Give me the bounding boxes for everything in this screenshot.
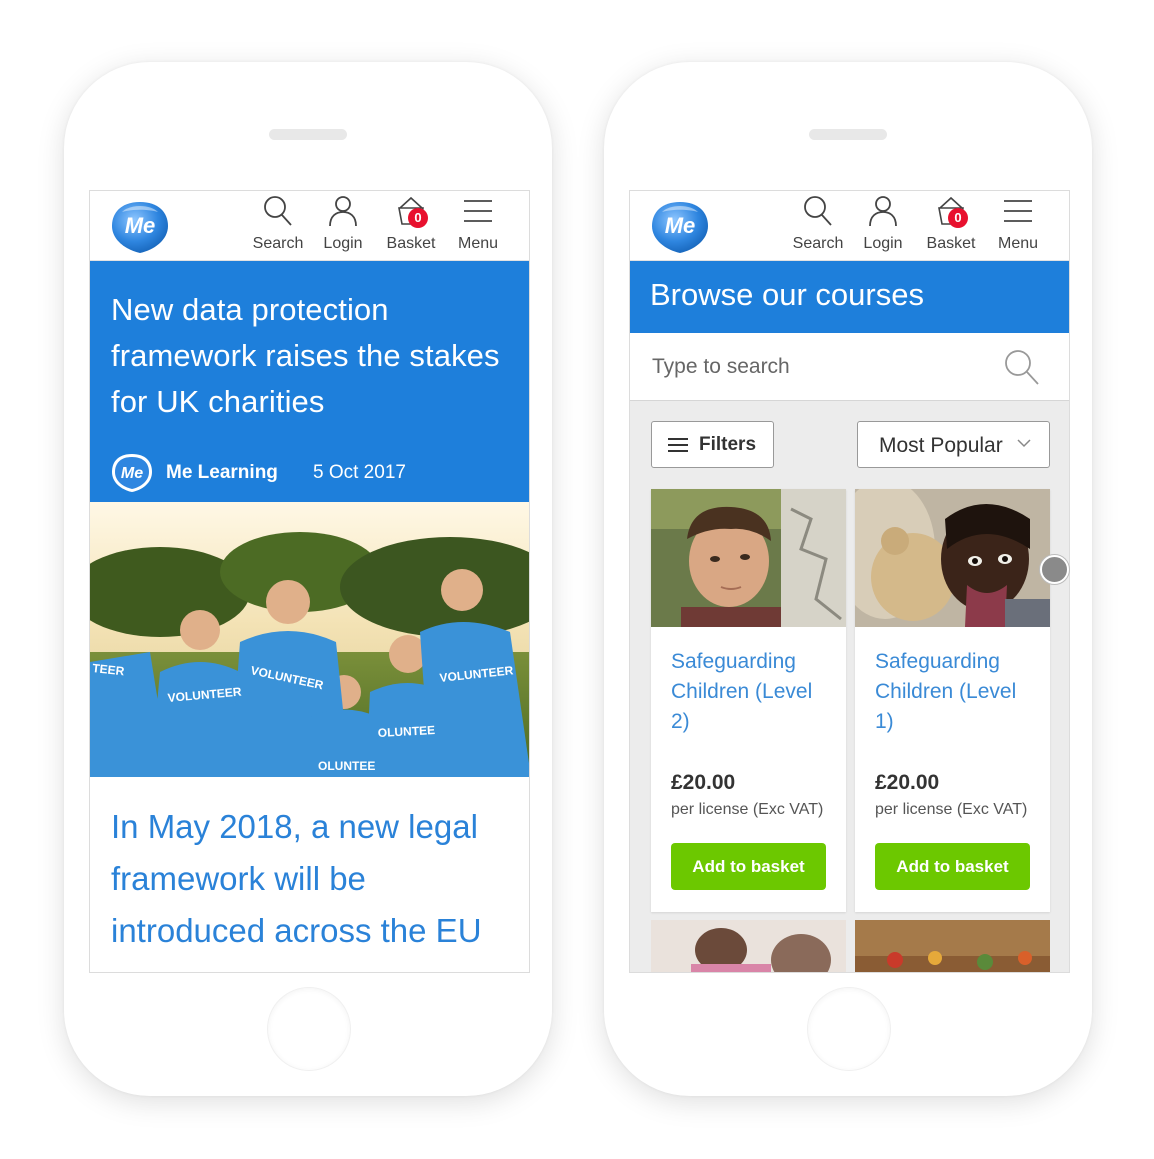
filter-lines-icon [668, 438, 688, 452]
hamburger-menu-icon [1004, 200, 1032, 222]
nav-search-label: Search [792, 235, 844, 252]
course-card[interactable]: Safeguarding Children (Level 1) £20.00 p… [855, 489, 1050, 912]
nav-login-label: Login [863, 235, 903, 252]
courses-screen: Me Search Login 0 Basket Menu Browse our… [629, 190, 1070, 973]
phone-speaker [269, 129, 347, 140]
carousel-scroll-handle[interactable] [1040, 555, 1069, 584]
svg-text:OLUNTEE: OLUNTEE [318, 759, 375, 773]
nav-basket[interactable]: 0 Basket [923, 191, 979, 261]
nav-search[interactable]: Search [792, 191, 844, 261]
nav-search-label: Search [252, 235, 304, 252]
sort-dropdown[interactable]: Most Popular [857, 421, 1050, 468]
svg-text:Me: Me [665, 213, 696, 238]
article-intro: In May 2018, a new legal framework will … [111, 808, 482, 949]
course-card[interactable]: Safeguarding Children (Level 2) £20.00 p… [651, 489, 846, 912]
course-price-note: per license (Exc VAT) [875, 801, 1028, 818]
author-name[interactable]: Me Learning [166, 462, 278, 484]
filters-label: Filters [699, 434, 757, 455]
course-image[interactable] [855, 489, 1050, 627]
add-to-basket-button[interactable]: Add to basket [671, 843, 826, 890]
course-card-peek[interactable] [651, 920, 846, 972]
browse-title-band: Browse our courses [630, 261, 1069, 333]
course-price: £20.00 [671, 771, 736, 794]
svg-text:Me: Me [125, 213, 156, 238]
nav-menu[interactable]: Menu [993, 191, 1043, 261]
me-logo-icon[interactable]: Me [110, 200, 170, 254]
article-screen: Me Search Login 0 Basket Menu New data p… [89, 190, 530, 973]
article-byline: Me Me Learning 5 Oct 2017 [111, 453, 509, 497]
user-icon [869, 196, 897, 227]
course-search-bar [630, 333, 1069, 401]
search-icon [804, 196, 832, 226]
course-title[interactable]: Safeguarding Children (Level 1) [875, 647, 1035, 737]
add-to-basket-button[interactable]: Add to basket [875, 843, 1030, 890]
chevron-down-icon [1017, 439, 1031, 448]
search-icon [264, 196, 292, 226]
course-card-peek[interactable] [855, 920, 1050, 972]
course-image[interactable] [651, 489, 846, 627]
volunteers-photo: VOLUNTEER VOLUNTEER OLUNTEE VOLUNTEER OL… [90, 502, 529, 777]
filters-button[interactable]: Filters [651, 421, 774, 468]
phone-frame-courses: Me Search Login 0 Basket Menu Browse our… [604, 62, 1092, 1096]
nav-search[interactable]: Search [252, 191, 304, 261]
course-image-peek [855, 920, 1050, 972]
nav-basket-label: Basket [386, 235, 436, 252]
article-title: New data protection framework raises the… [111, 292, 500, 419]
sort-selected-value: Most Popular [879, 434, 1003, 457]
nav-login[interactable]: Login [860, 191, 906, 261]
nav-login[interactable]: Login [320, 191, 366, 261]
article-photo: VOLUNTEER VOLUNTEER OLUNTEE VOLUNTEER OL… [90, 502, 529, 777]
course-search-input[interactable] [652, 347, 992, 387]
user-icon [329, 196, 357, 227]
nav-basket[interactable]: 0 Basket [383, 191, 439, 261]
nav-menu-label: Menu [457, 235, 499, 252]
phone-home-button [807, 987, 891, 1071]
basket-count-badge: 0 [408, 208, 428, 228]
hamburger-menu-icon [464, 200, 492, 222]
me-logo-icon[interactable]: Me [650, 200, 710, 254]
nav-basket-label: Basket [926, 235, 976, 252]
article-hero: New data protection framework raises the… [90, 261, 529, 502]
girl-with-teddy-photo [855, 489, 1050, 627]
search-icon[interactable] [1003, 348, 1041, 386]
author-avatar: Me [112, 454, 152, 492]
nav-login-label: Login [323, 235, 363, 252]
page-title: Browse our courses [650, 277, 924, 312]
course-price: £20.00 [875, 771, 940, 794]
course-image-peek [651, 920, 846, 972]
site-header: Me Search Login 0 Basket Menu [90, 191, 529, 261]
phone-speaker [809, 129, 887, 140]
svg-text:OLUNTEE: OLUNTEE [377, 723, 435, 740]
boy-photo [651, 489, 846, 627]
course-price-note: per license (Exc VAT) [671, 801, 824, 818]
course-results: Filters Most Popular Safeguarding Childr… [630, 401, 1069, 972]
nav-menu-label: Menu [997, 235, 1039, 252]
phone-frame-article: Me Search Login 0 Basket Menu New data p… [64, 62, 552, 1096]
phone-home-button [267, 987, 351, 1071]
post-date: 5 Oct 2017 [313, 462, 406, 483]
svg-text:Me: Me [121, 465, 143, 482]
nav-menu[interactable]: Menu [453, 191, 503, 261]
course-title[interactable]: Safeguarding Children (Level 2) [671, 647, 831, 737]
site-header: Me Search Login 0 Basket Menu [630, 191, 1069, 261]
basket-count-badge: 0 [948, 208, 968, 228]
